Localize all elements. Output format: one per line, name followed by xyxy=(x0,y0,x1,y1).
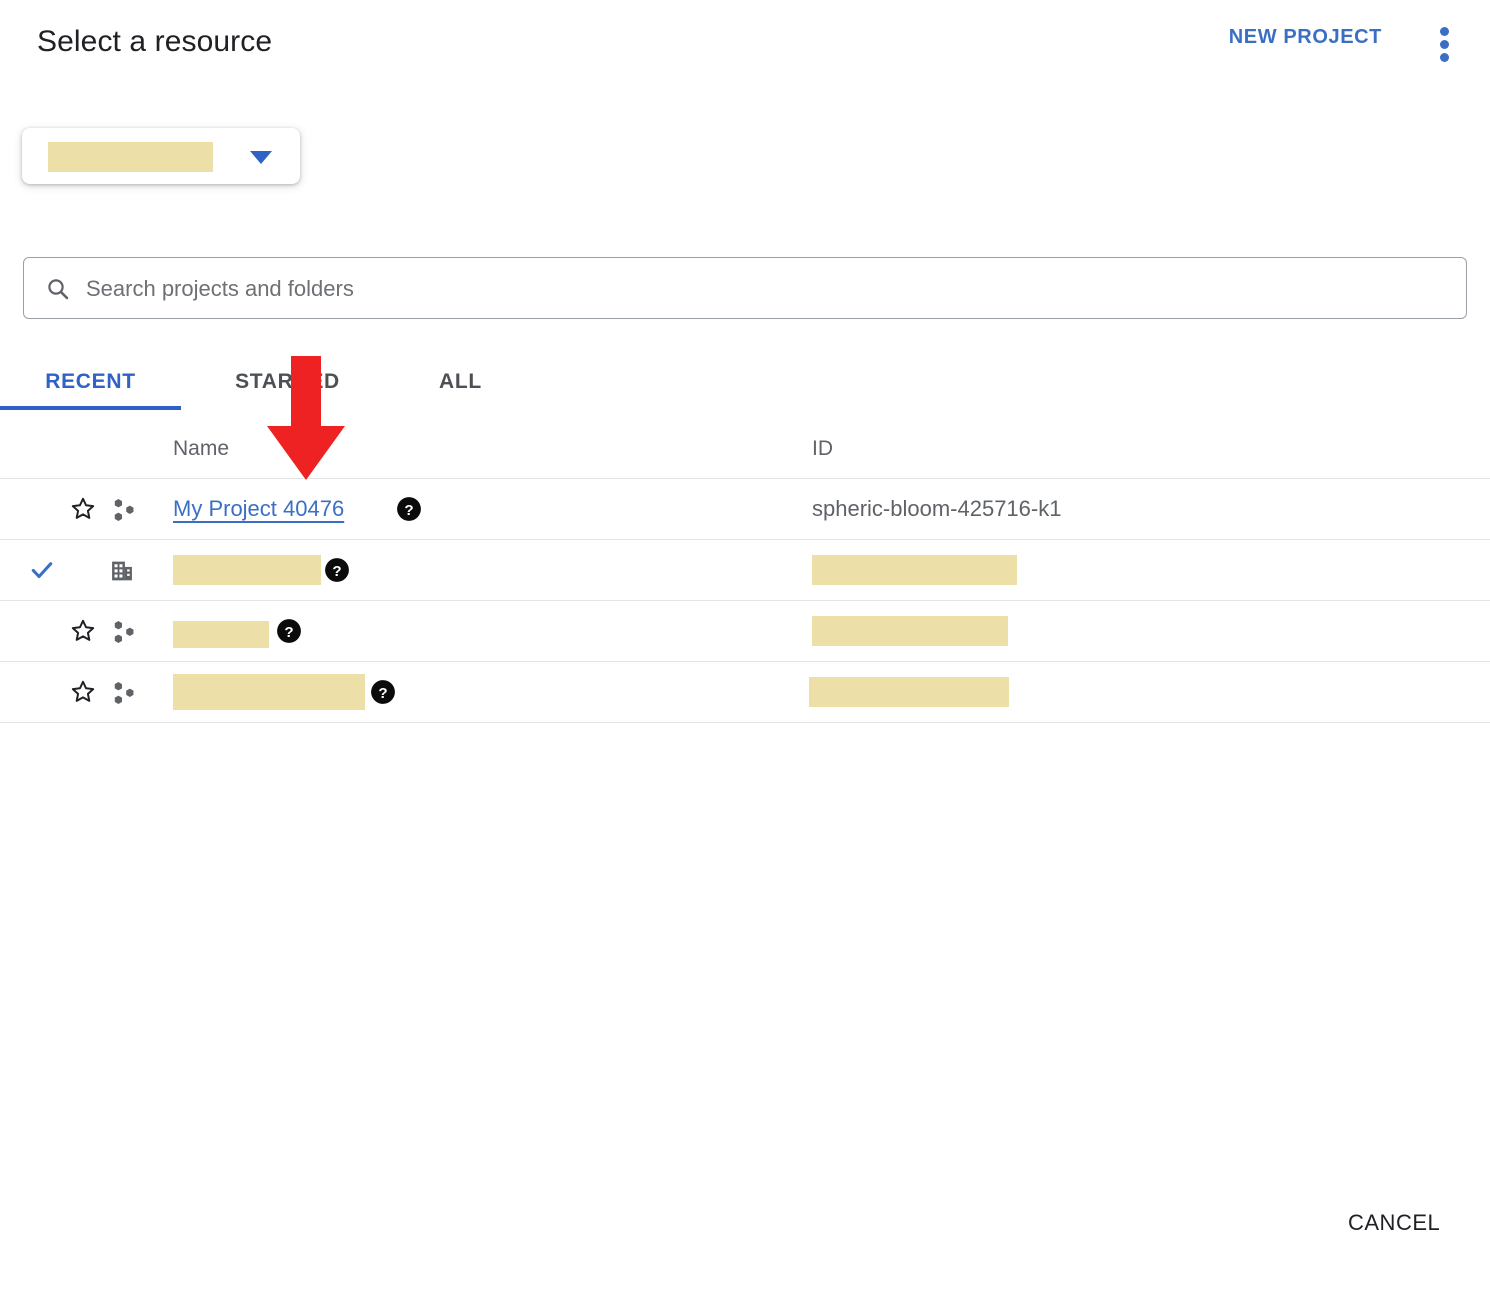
svg-text:?: ? xyxy=(378,685,387,702)
resource-name-redacted xyxy=(173,621,269,648)
project-icon xyxy=(110,679,138,707)
search-icon xyxy=(46,277,70,301)
resource-name-cell[interactable]: My Project 40476 xyxy=(173,493,344,525)
organization-icon xyxy=(108,557,136,585)
resource-tabs: RECENT STARRED ALL xyxy=(0,355,1490,411)
project-icon xyxy=(110,496,138,524)
resource-name-redacted xyxy=(173,555,321,585)
svg-text:?: ? xyxy=(332,563,341,580)
more-vert-dot xyxy=(1440,27,1449,36)
cancel-button[interactable]: CANCEL xyxy=(1348,1210,1440,1236)
chevron-down-icon xyxy=(250,151,272,164)
svg-text:?: ? xyxy=(404,502,413,519)
resource-id-cell: spheric-bloom-425716-k1 xyxy=(812,493,1061,525)
organization-name-redacted xyxy=(48,142,213,172)
resource-id-redacted xyxy=(812,555,1017,585)
star-outline-icon[interactable] xyxy=(69,617,97,645)
table-row[interactable]: My Project 40476 ? spheric-bloom-425716-… xyxy=(0,479,1490,540)
resource-table: Name ID My Project 40476 ? spheric xyxy=(0,411,1490,723)
new-project-button[interactable]: NEW PROJECT xyxy=(1229,26,1382,49)
help-circle-icon[interactable]: ? xyxy=(370,679,396,705)
resource-id-cell xyxy=(812,554,1017,586)
dialog-header: Select a resource NEW PROJECT xyxy=(0,0,1490,88)
table-row[interactable]: ? xyxy=(0,601,1490,662)
column-header-id: ID xyxy=(812,437,833,461)
table-header-row: Name ID xyxy=(0,411,1490,479)
table-row[interactable]: ? xyxy=(0,540,1490,601)
tab-all[interactable]: ALL xyxy=(394,355,527,409)
resource-name-cell[interactable] xyxy=(173,554,321,586)
resource-name-cell[interactable] xyxy=(173,615,269,647)
active-tab-indicator xyxy=(0,406,181,410)
help-circle-icon[interactable]: ? xyxy=(276,618,302,644)
resource-id-cell xyxy=(812,615,1008,647)
project-icon xyxy=(110,618,138,646)
table-row[interactable]: ? xyxy=(0,662,1490,723)
column-header-name: Name xyxy=(173,437,229,461)
check-icon xyxy=(27,556,57,584)
resource-name-redacted xyxy=(173,674,365,710)
more-vert-dot xyxy=(1440,53,1449,62)
star-outline-icon[interactable] xyxy=(69,495,97,523)
help-circle-icon[interactable]: ? xyxy=(324,557,350,583)
tab-recent[interactable]: RECENT xyxy=(0,355,181,409)
resource-name-cell[interactable] xyxy=(173,676,365,708)
search-bar[interactable] xyxy=(23,257,1467,319)
page-title: Select a resource xyxy=(37,23,272,61)
organization-selector[interactable] xyxy=(22,128,300,184)
more-vert-dot xyxy=(1440,40,1449,49)
resource-id-redacted xyxy=(809,677,1009,707)
help-circle-icon[interactable]: ? xyxy=(396,496,422,522)
resource-id-cell xyxy=(812,676,1009,708)
star-outline-icon[interactable] xyxy=(69,678,97,706)
more-vert-icon[interactable] xyxy=(1429,27,1459,61)
svg-text:?: ? xyxy=(284,624,293,641)
resource-id-redacted xyxy=(812,616,1008,646)
search-input[interactable] xyxy=(84,258,1448,320)
tab-starred[interactable]: STARRED xyxy=(181,355,394,409)
resource-name-link[interactable]: My Project 40476 xyxy=(173,496,344,522)
resource-id-value: spheric-bloom-425716-k1 xyxy=(812,496,1061,522)
